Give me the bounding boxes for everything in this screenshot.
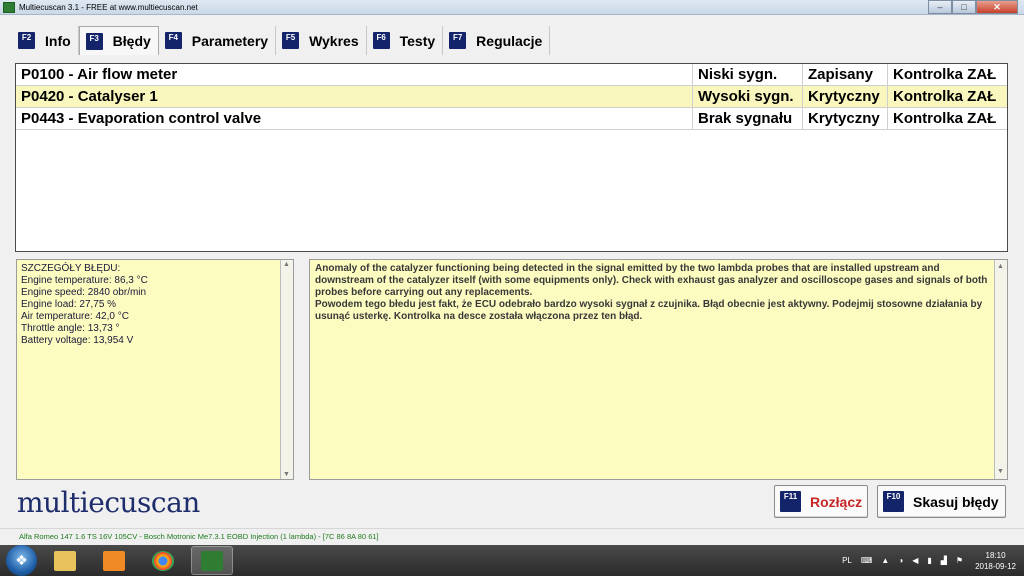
multiecuscan-logo: multiecuscan [17,486,200,519]
system-tray: PL ⌨ ▲ ◑ ◀ ▮ ▟ ⚑ 18:10 2018-09-12 [833,545,1016,576]
error-lamp: Kontrolka ZAŁ [893,88,997,105]
maximize-button[interactable]: □ [952,0,976,14]
window-controls: – □ ✕ [928,0,1018,14]
signal-icon[interactable]: ▟ [941,556,947,565]
vehicle-status-line: Alfa Romeo 147 1.6 TS 16V 105CV - Bosch … [0,528,1024,545]
error-status: Zapisany [803,63,888,86]
clear-errors-label: Skasuj błędy [913,493,999,510]
clear-errors-button[interactable]: F10 Skasuj błędy [877,485,1006,518]
taskbar: ❖ PL ⌨ ▲ ◑ ◀ ▮ ▟ ⚑ 18:10 2018-09-12 [0,545,1024,576]
minimize-button[interactable]: – [928,0,952,14]
error-signal: Brak sygnału [693,107,803,130]
detail-line: Engine temperature: 86,3 °C [21,275,148,286]
error-code: P0420 - Catalyser 1 [16,85,693,108]
explorer-icon [54,550,76,571]
tab-label: Parametery [191,32,269,49]
error-lamp: Kontrolka ZAŁ [893,66,997,83]
error-signal: Wysoki sygn. [693,85,803,108]
volume-icon[interactable]: ◀ [912,556,918,565]
description-scrollbar[interactable]: ▲ ▼ [994,260,1007,479]
app-icon [3,1,15,13]
f4-key-icon: F4 [164,32,182,49]
f7-key-icon: F7 [449,32,467,49]
language-indicator[interactable]: PL [842,556,852,565]
error-status: Krytyczny [803,107,888,130]
detail-line: Engine speed: 2840 obr/min [21,287,147,298]
error-details-panel: SZCZEGÓŁY BŁĘDU: Engine temperature: 86,… [16,259,294,480]
taskbar-media-player[interactable] [93,546,135,575]
clock[interactable]: 18:10 2018-09-12 [975,550,1016,572]
error-signal: Niski sygn. [693,63,803,86]
close-button[interactable]: ✕ [976,0,1018,14]
error-row[interactable]: P0443 - Evaporation control valve Brak s… [16,107,1007,130]
details-heading: SZCZEGÓŁY BŁĘDU: [21,263,121,274]
f3-key-icon: F3 [85,32,103,50]
battery-icon[interactable]: ▮ [927,556,931,565]
error-row[interactable]: P0100 - Air flow meter Niski sygn. Zapis… [16,63,1007,86]
error-list: P0100 - Air flow meter Niski sygn. Zapis… [15,63,1008,252]
description-polish: Powodem tego błedu jest fakt, że ECU ode… [315,299,983,322]
scroll-down-icon[interactable]: ▼ [997,466,1004,478]
keyboard-icon[interactable]: ⌨ [861,556,873,565]
tab-adjustments[interactable]: F7 Regulacje [443,26,551,55]
tab-graph[interactable]: F5 Wykres [276,26,367,55]
f10-key-icon: F10 [883,491,904,512]
flag-icon[interactable]: ⚑ [956,556,963,565]
taskbar-chrome[interactable] [142,546,184,575]
detail-line: Throttle angle: 13,73 ° [21,323,120,334]
disconnect-button[interactable]: F11 Rozłącz [774,485,868,518]
description-english: Anomaly of the catalyzer functioning bei… [315,263,988,298]
tab-label: Regulacje [476,32,543,49]
f2-key-icon: F2 [18,32,35,49]
error-code: P0443 - Evaporation control valve [16,107,693,130]
tab-label: Info [45,32,71,49]
f6-key-icon: F6 [372,32,390,49]
disconnect-label: Rozłącz [810,493,863,510]
clock-time: 18:10 [985,550,1006,560]
tab-parameters[interactable]: F4 Parametery [159,26,277,55]
tray-expand-icon[interactable]: ▲ [881,556,889,565]
error-row-selected[interactable]: P0420 - Catalyser 1 Wysoki sygn. Krytycz… [16,85,1007,108]
tab-info[interactable]: F2 Info [12,26,79,55]
window-title: Multiecuscan 3.1 - FREE at www.multiecus… [19,2,198,12]
error-lamp: Kontrolka ZAŁ [893,110,997,127]
detail-line: Air temperature: 42,0 °C [21,311,129,322]
start-button[interactable]: ❖ [6,545,37,576]
taskbar-multiecuscan[interactable] [191,546,233,575]
clock-date: 2018-09-12 [975,561,1016,571]
title-bar: Multiecuscan 3.1 - FREE at www.multiecus… [0,0,1024,15]
taskbar-explorer[interactable] [44,546,86,575]
tab-label: Wykres [309,32,359,49]
multiecuscan-icon [201,550,223,571]
error-description-panel: Anomaly of the catalyzer functioning bei… [309,259,1008,480]
error-code: P0100 - Air flow meter [16,63,693,86]
f11-key-icon: F11 [780,491,801,512]
tab-tests[interactable]: F6 Testy [367,26,444,55]
scroll-down-icon[interactable]: ▼ [283,471,290,478]
detail-line: Battery voltage: 13,954 V [21,335,134,346]
scroll-up-icon[interactable]: ▲ [997,261,1004,273]
tab-label: Błędy [112,33,151,49]
media-player-icon [103,550,125,571]
network-icon[interactable]: ◑ [898,556,903,565]
chrome-icon [152,550,174,571]
tab-bar: F2 Info F3 Błędy F4 Parametery F5 Wykres… [12,26,551,55]
detail-line: Engine load: 27,75 % [21,299,117,310]
error-status: Krytyczny [803,85,888,108]
tab-errors[interactable]: F3 Błędy [78,26,159,55]
f5-key-icon: F5 [282,32,300,49]
scroll-up-icon[interactable]: ▲ [283,261,290,268]
tab-label: Testy [399,32,436,49]
details-scrollbar[interactable]: ▲ ▼ [280,260,293,479]
